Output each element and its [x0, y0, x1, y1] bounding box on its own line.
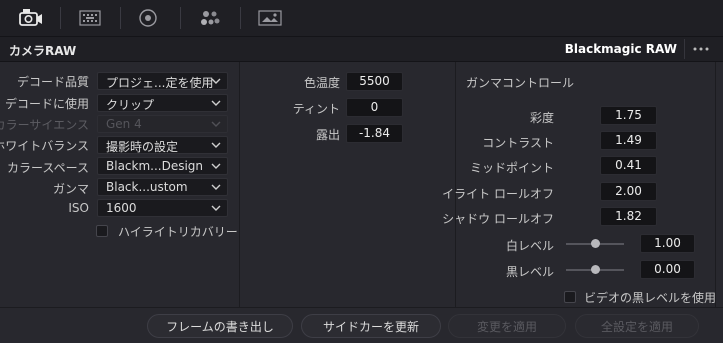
- more-icon: [693, 47, 709, 51]
- exposure-label: 露出: [315, 128, 340, 142]
- white-balance-dropdown[interactable]: 撮影時の設定: [97, 136, 228, 154]
- video-black-level-checkbox[interactable]: [564, 291, 576, 303]
- apply-changes-button[interactable]: 変更を適用: [448, 314, 566, 338]
- panel-title: カメラRAW: [9, 44, 77, 58]
- iso-label: ISO: [68, 201, 89, 215]
- highlight-recovery-label: ハイライトリカバリー: [118, 225, 238, 239]
- export-frame-button[interactable]: フレームの書き出し: [147, 314, 293, 338]
- color-space-dropdown[interactable]: Blackm...Design: [97, 157, 228, 175]
- update-sidecar-button[interactable]: サイドカーを更新: [301, 314, 441, 338]
- circle-dot-icon[interactable]: [128, 4, 168, 32]
- panel-divider: [715, 62, 716, 307]
- black-level-slider-handle[interactable]: [590, 265, 600, 274]
- video-black-level-label: ビデオの黒レベルを使用: [584, 291, 717, 305]
- tint-label: ティント: [292, 102, 340, 116]
- chevron-down-icon: [211, 184, 221, 190]
- chevron-down-icon: [211, 163, 221, 169]
- color-science-label: カラーサイエンス: [0, 118, 89, 132]
- midpoint-input[interactable]: 0.41: [600, 156, 657, 175]
- color-science-dropdown: Gen 4: [97, 115, 228, 133]
- white-level-input[interactable]: 1.00: [640, 234, 695, 253]
- chevron-down-icon: [211, 121, 221, 127]
- iso-dropdown[interactable]: 1600: [97, 199, 228, 217]
- black-level-input[interactable]: 0.00: [640, 260, 695, 279]
- exposure-input[interactable]: -1.84: [346, 124, 403, 143]
- raw-format-label: Blackmagic RAW: [564, 42, 677, 56]
- camera-raw-icon[interactable]: [10, 4, 50, 32]
- more-options-button[interactable]: [684, 39, 717, 59]
- panel-header: カメラRAW Blackmagic RAW: [0, 37, 723, 62]
- decode-use-dropdown[interactable]: クリップ: [97, 94, 228, 112]
- shadow-rolloff-input[interactable]: 1.82: [600, 207, 657, 226]
- white-level-label: 白レベル: [505, 239, 554, 253]
- saturation-input[interactable]: 1.75: [600, 106, 657, 125]
- white-level-slider-handle[interactable]: [590, 239, 600, 248]
- image-icon[interactable]: [250, 4, 290, 32]
- decode-quality-dropdown[interactable]: プロジェ...定を使用: [97, 72, 228, 90]
- color-temp-input[interactable]: 5500: [346, 72, 403, 91]
- chevron-down-icon: [211, 100, 221, 106]
- chevron-down-icon: [211, 205, 221, 211]
- highlight-rolloff-label: イライト ロールオフ: [442, 187, 554, 201]
- color-temp-label: 色温度: [303, 76, 340, 90]
- panel-divider: [239, 62, 240, 307]
- midpoint-label: ミッドポイント: [469, 161, 554, 175]
- color-space-label: カラースペース: [7, 161, 89, 175]
- gamma-controls-heading: ガンマコントロール: [466, 76, 575, 90]
- apply-all-settings-button[interactable]: 全設定を適用: [575, 314, 699, 338]
- black-level-label: 黒レベル: [505, 265, 554, 279]
- decode-use-label: デコードに使用: [4, 97, 89, 111]
- decode-quality-label: デコード品質: [16, 75, 89, 89]
- chevron-down-icon: [211, 78, 221, 84]
- toolbar: [0, 0, 723, 37]
- highlight-recovery-checkbox[interactable]: [96, 225, 108, 237]
- gamma-label: ガンマ: [52, 182, 89, 196]
- white-balance-label: ホワイトバランス: [0, 139, 89, 153]
- dots-cluster-icon[interactable]: [190, 4, 230, 32]
- tint-input[interactable]: 0: [346, 98, 403, 117]
- gamma-dropdown[interactable]: Black...ustom: [97, 178, 228, 196]
- contrast-input[interactable]: 1.49: [600, 131, 657, 150]
- contrast-label: コントラスト: [482, 136, 554, 150]
- shadow-rolloff-label: シャドウ ロールオフ: [442, 212, 554, 226]
- highlight-rolloff-input[interactable]: 2.00: [600, 182, 657, 201]
- chevron-down-icon: [211, 142, 221, 148]
- saturation-label: 彩度: [529, 111, 554, 125]
- grid-icon[interactable]: [70, 4, 110, 32]
- footer-bar: フレームの書き出し サイドカーを更新 変更を適用 全設定を適用: [0, 307, 723, 343]
